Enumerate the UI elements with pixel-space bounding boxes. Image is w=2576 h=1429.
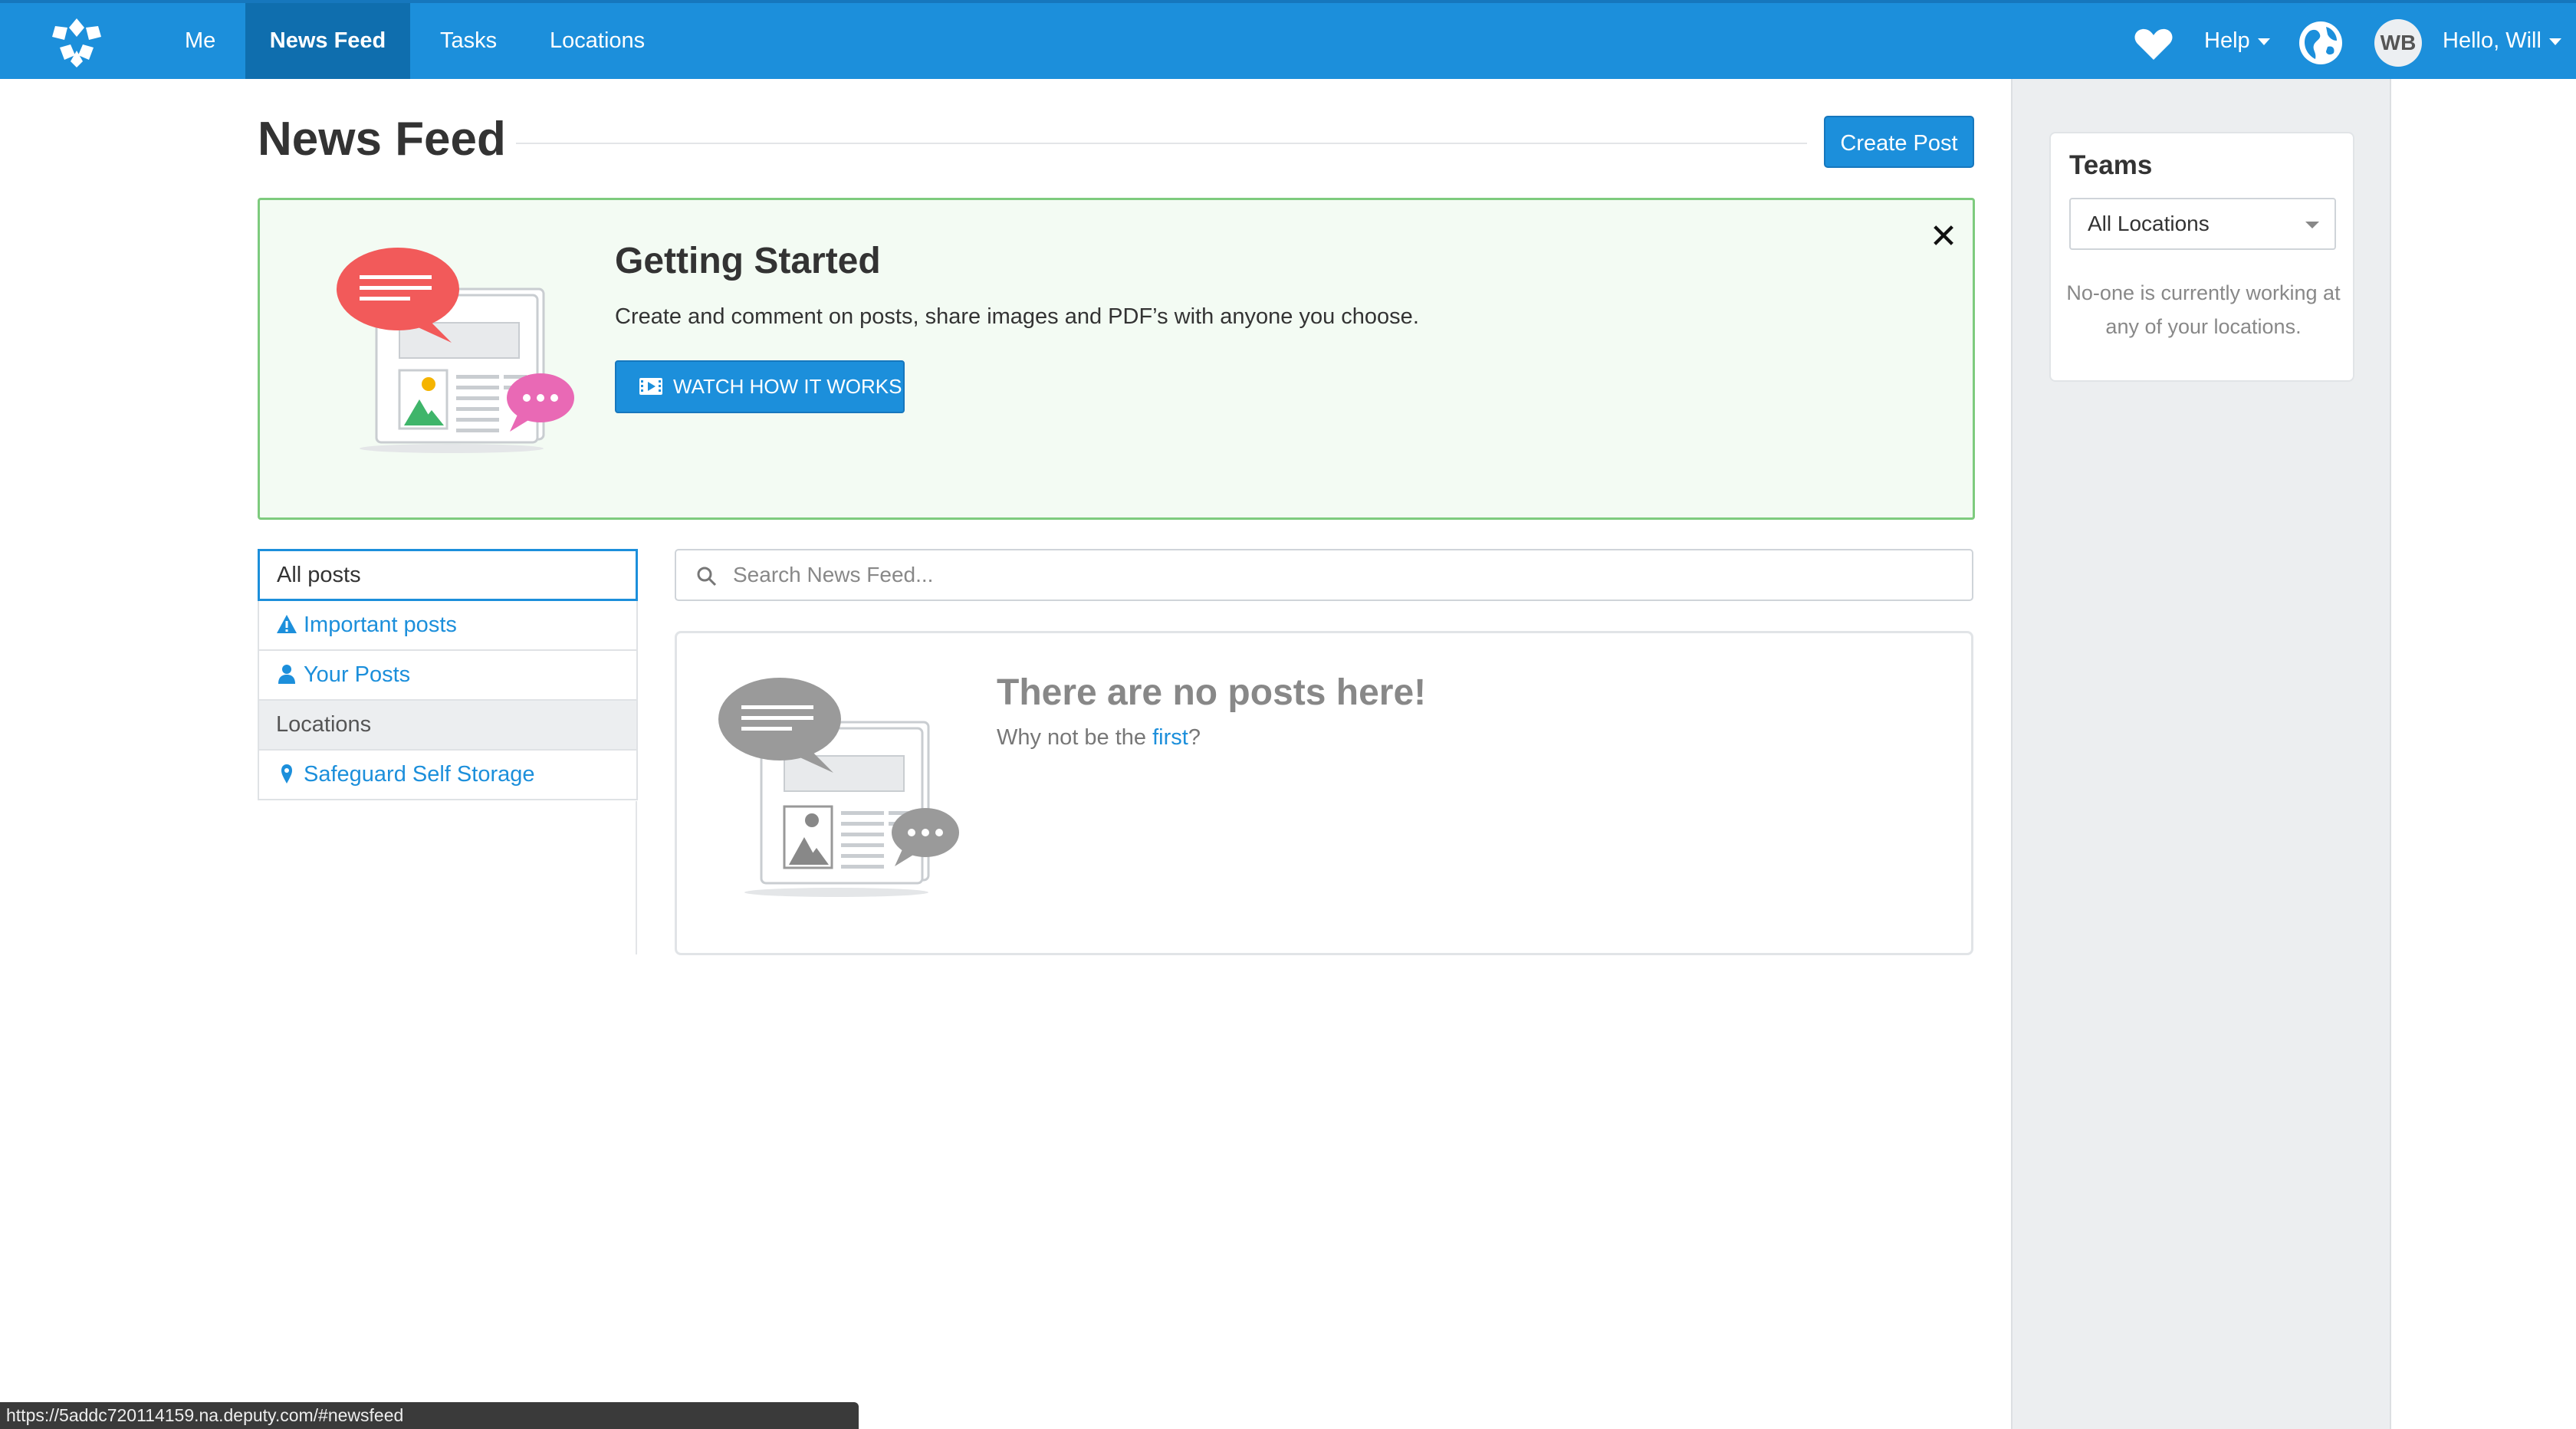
location-select[interactable]: All Locations [2069, 198, 2336, 250]
location-select-value: All Locations [2088, 212, 2210, 235]
map-marker-icon [281, 764, 292, 784]
nav-news-feed[interactable]: News Feed [245, 3, 410, 79]
browser-status-url: https://5addc720114159.na.deputy.com/#ne… [0, 1402, 859, 1429]
help-label: Help [2204, 28, 2250, 53]
filter-label: Safeguard Self Storage [304, 762, 535, 787]
nav-me[interactable]: Me [156, 3, 245, 79]
filter-location-safeguard[interactable]: Safeguard Self Storage [258, 751, 638, 800]
watch-how-it-works-button[interactable]: WATCH HOW IT WORKS [615, 360, 905, 413]
warning-icon [277, 615, 297, 634]
globe-icon[interactable] [2298, 21, 2343, 65]
filter-important-posts[interactable]: Important posts [258, 601, 638, 651]
help-menu[interactable]: Help [2204, 3, 2270, 79]
newsfeed-empty-illustration-icon [718, 678, 959, 897]
banner-title: Getting Started [615, 241, 881, 281]
page-title: News Feed [258, 113, 506, 166]
post-filter-list: All posts Important posts Your Posts Loc… [258, 549, 638, 800]
chevron-down-icon [2305, 222, 2319, 228]
create-post-button[interactable]: Create Post [1824, 116, 1974, 168]
empty-state-suffix: ? [1188, 725, 1201, 750]
filter-locations-header: Locations [258, 701, 638, 751]
greeting-label: Hello, Will [2443, 28, 2542, 53]
newsfeed-illustration-icon [337, 248, 574, 453]
chevron-down-icon [2548, 38, 2561, 45]
avatar[interactable]: WB [2374, 19, 2422, 67]
logo-icon[interactable] [44, 17, 109, 67]
nav-locations[interactable]: Locations [521, 3, 674, 79]
nav-tasks[interactable]: Tasks [411, 3, 526, 79]
filter-label: All posts [277, 563, 361, 587]
getting-started-banner: Getting Started Create and comment on po… [258, 198, 1975, 520]
top-navbar: Me News Feed Tasks Locations Help WB Hel… [0, 0, 2576, 79]
close-icon[interactable]: ✕ [1928, 220, 1959, 254]
banner-description: Create and comment on posts, share image… [615, 304, 1419, 329]
search-icon [697, 567, 717, 586]
teams-panel: Teams All Locations No-one is currently … [2049, 132, 2354, 382]
filter-label: Important posts [304, 613, 457, 637]
empty-state-subtitle: Why not be the first? [997, 725, 1201, 751]
teams-empty-note: No-one is currently working at any of yo… [2066, 281, 2341, 338]
list-divider [636, 801, 637, 954]
video-icon [639, 378, 662, 395]
empty-state-title: There are no posts here! [997, 672, 1427, 713]
title-divider [516, 143, 1807, 144]
first-post-link[interactable]: first [1152, 725, 1188, 750]
teams-title: Teams [2069, 150, 2153, 180]
filter-header-label: Locations [276, 712, 372, 737]
filter-label: Your Posts [304, 662, 411, 687]
watch-button-label: WATCH HOW IT WORKS [673, 375, 902, 398]
empty-state-prefix: Why not be the [997, 725, 1153, 750]
chevron-down-icon [2257, 38, 2270, 45]
user-menu[interactable]: Hello, Will [2443, 3, 2561, 79]
filter-your-posts[interactable]: Your Posts [258, 651, 638, 701]
heart-icon[interactable] [2134, 28, 2174, 61]
empty-state-card: There are no posts here! Why not be the … [675, 631, 1973, 955]
user-icon [278, 665, 295, 685]
filter-all-posts[interactable]: All posts [258, 549, 638, 601]
search-input[interactable] [731, 555, 1943, 595]
search-bar [675, 549, 1973, 601]
